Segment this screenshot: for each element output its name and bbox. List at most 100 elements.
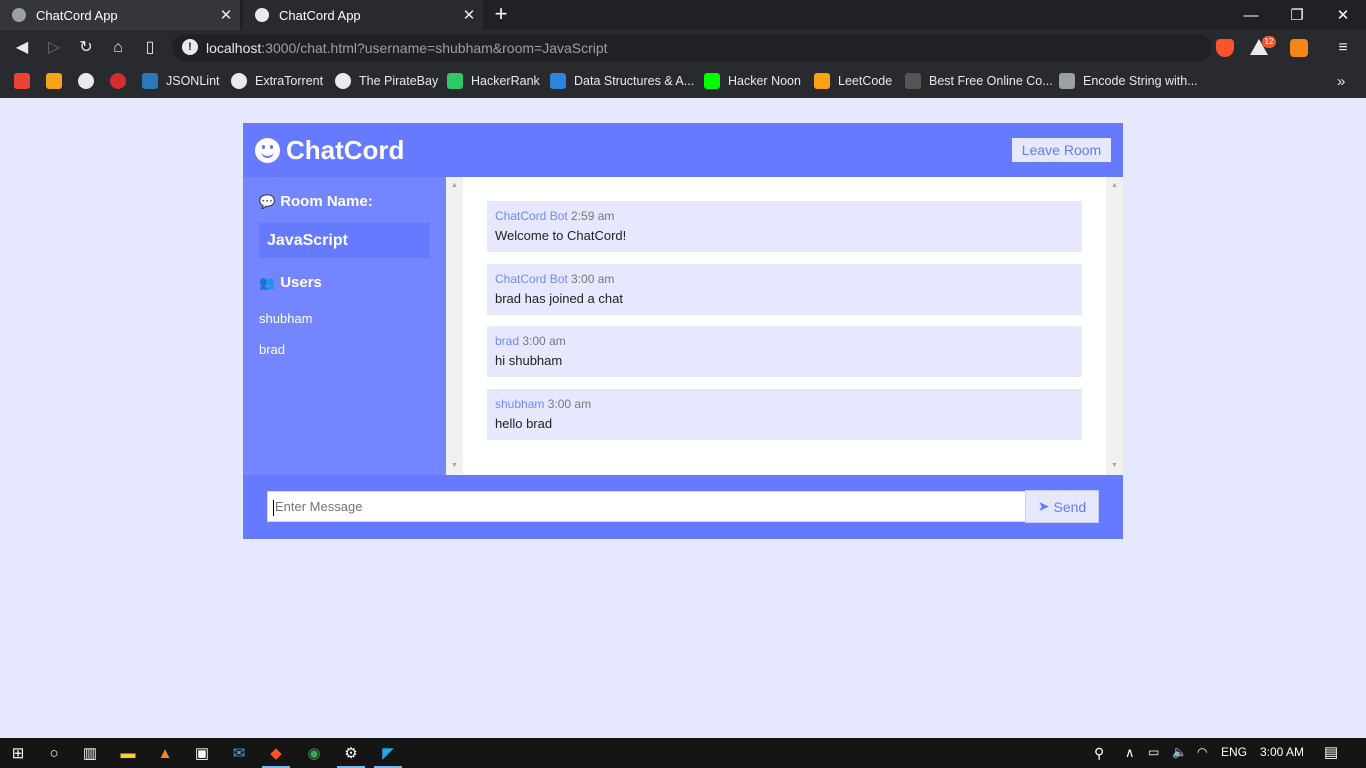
chevron-up-icon[interactable]: ∧	[1125, 745, 1135, 761]
bookmarks-bar: JSONLint ExtraTorrent The PirateBay Hack…	[0, 65, 1366, 98]
users-icon: 👥	[259, 274, 276, 290]
leetcode-icon	[814, 73, 830, 89]
search-icon[interactable]: ○	[36, 738, 72, 768]
metamask-icon[interactable]	[1290, 39, 1308, 57]
windows-start-icon[interactable]: ⊞	[0, 738, 36, 768]
windows-taskbar: ⊞ ○ ▥ ▬ ▲ ▣ ✉ ◆ ◉ ⚙ ◤ ⚲ ∧ ▭ 🔈 ◠ ENG 3:00…	[0, 738, 1366, 768]
chat-header: ChatCord Leave Room	[243, 123, 1123, 177]
browser-tab-bar: ChatCord App ✕ ChatCord App ✕ + — ❐ ✕	[0, 0, 1366, 30]
room-name-heading: 💬 Room Name:	[259, 193, 373, 210]
bookmark-piratebay[interactable]: The PirateBay	[335, 72, 438, 90]
paper-plane-icon: ➤	[1037, 498, 1050, 514]
udemy-icon	[550, 73, 566, 89]
tab-title: ChatCord App	[279, 7, 361, 23]
scroll-up-icon[interactable]: ▲	[1106, 179, 1123, 193]
github-icon[interactable]	[78, 73, 94, 89]
wifi-icon[interactable]: ◠	[1197, 745, 1207, 759]
bookmark-leetcode[interactable]: LeetCode	[814, 72, 892, 90]
message: ChatCord Bot 2:59 am Welcome to ChatCord…	[487, 201, 1082, 252]
battery-icon[interactable]: ▭	[1148, 745, 1159, 759]
message: shubham 3:00 am hello brad	[487, 389, 1082, 440]
hackernoon-icon	[704, 73, 720, 89]
browser-tab-2[interactable]: ChatCord App ✕	[243, 0, 483, 30]
bookmarks-overflow-icon[interactable]: »	[1337, 72, 1345, 90]
browser-tab-1[interactable]: ChatCord App ✕	[0, 0, 240, 30]
jsonlint-icon	[142, 73, 158, 89]
shield-icon	[905, 73, 921, 89]
leave-room-button[interactable]: Leave Room	[1012, 138, 1111, 162]
reload-icon[interactable]: ↻	[75, 37, 97, 59]
chat-container: ChatCord Leave Room 💬 Room Name: JavaScr…	[243, 123, 1123, 539]
menu-icon[interactable]: ≡	[1332, 37, 1354, 59]
brave-taskbar-icon[interactable]: ◆	[258, 738, 294, 768]
url-text[interactable]: localhost:3000/chat.html?username=shubha…	[206, 40, 608, 56]
chrome-icon[interactable]: ◉	[296, 738, 332, 768]
user-item: shubham	[259, 311, 313, 326]
minimize-button[interactable]: —	[1228, 0, 1274, 30]
close-icon[interactable]: ✕	[459, 6, 479, 24]
new-tab-button[interactable]: +	[490, 3, 512, 27]
home-icon[interactable]: ⌂	[107, 37, 129, 59]
info-icon[interactable]: !	[182, 39, 198, 55]
bookmark-jsonlint[interactable]: JSONLint	[142, 72, 220, 90]
message: ChatCord Bot 3:00 am brad has joined a c…	[487, 264, 1082, 315]
bookmark-extratorrent[interactable]: ExtraTorrent	[231, 72, 323, 90]
scroll-up-icon[interactable]: ▲	[446, 179, 463, 193]
bookmark-icon[interactable]: ▯	[139, 37, 161, 59]
bookmark-data-structures[interactable]: Data Structures & A...	[550, 72, 694, 90]
settings-gear-icon[interactable]: ⚙	[333, 738, 369, 768]
bookmark-hacker-noon[interactable]: Hacker Noon	[704, 72, 801, 90]
vlc-icon[interactable]: ▲	[147, 738, 183, 768]
scroll-down-icon[interactable]: ▼	[1106, 459, 1123, 473]
bookmark-best-free-online[interactable]: Best Free Online Co...	[905, 72, 1053, 90]
restore-button[interactable]: ❐	[1274, 0, 1320, 30]
volume-icon[interactable]: 🔈	[1172, 745, 1187, 759]
bookmark-hackerrank[interactable]: HackerRank	[447, 72, 540, 90]
back-icon[interactable]: ◀	[11, 37, 33, 59]
hackerrank-icon	[447, 73, 463, 89]
store-icon[interactable]: ▣	[184, 738, 220, 768]
message-meta: ChatCord Bot 2:59 am	[495, 209, 615, 223]
notifications-icon[interactable]: ▤	[1324, 743, 1338, 761]
user-list: shubham brad	[259, 311, 312, 373]
chat-form: Enter Message ➤ Send	[243, 475, 1123, 539]
message-text: brad has joined a chat	[495, 291, 623, 306]
music-icon[interactable]	[110, 73, 126, 89]
room-name: JavaScript	[259, 223, 430, 258]
message-meta: brad 3:00 am	[495, 334, 566, 348]
brave-shields-icon[interactable]	[1216, 39, 1234, 57]
send-button[interactable]: ➤ Send	[1025, 490, 1099, 523]
scroll-down-icon[interactable]: ▼	[446, 459, 463, 473]
mail-icon[interactable]: ✉	[221, 738, 257, 768]
clock[interactable]: 3:00 AM	[1260, 745, 1304, 759]
text-caret	[273, 499, 274, 516]
globe-icon	[335, 73, 351, 89]
gmail-icon[interactable]	[14, 73, 30, 89]
file-explorer-icon[interactable]: ▬	[110, 738, 146, 768]
app-title: ChatCord	[286, 135, 405, 165]
message-input[interactable]: Enter Message	[267, 491, 1026, 522]
forward-icon[interactable]: ▷	[43, 37, 65, 59]
globe-icon	[12, 8, 26, 22]
close-icon[interactable]: ✕	[216, 6, 236, 24]
people-icon[interactable]: ⚲	[1094, 745, 1104, 762]
message-text: hi shubham	[495, 353, 563, 368]
user-item: brad	[259, 342, 286, 357]
browser-toolbar: ◀ ▷ ↻ ⌂ ▯ ! localhost:3000/chat.html?use…	[0, 30, 1366, 65]
chat-messages[interactable]: ▲ ▼ ChatCord Bot 2:59 am Welcome to Chat…	[446, 177, 1123, 475]
message-meta: ChatCord Bot 3:00 am	[495, 272, 615, 286]
hourglass-icon[interactable]	[46, 73, 62, 89]
address-bar[interactable]: ! localhost:3000/chat.html?username=shub…	[172, 34, 1212, 61]
scrollbar-left[interactable]: ▲ ▼	[446, 177, 463, 475]
vscode-icon[interactable]: ◤	[370, 738, 406, 768]
globe-icon	[231, 73, 247, 89]
task-view-icon[interactable]: ▥	[72, 738, 108, 768]
app-logo: ChatCord	[255, 135, 404, 166]
language-indicator[interactable]: ENG	[1221, 745, 1247, 759]
message: brad 3:00 am hi shubham	[487, 326, 1082, 377]
close-window-button[interactable]: ✕	[1320, 0, 1366, 30]
bookmark-encode-string[interactable]: Encode String with...	[1059, 72, 1198, 90]
users-heading: 👥 Users	[259, 274, 322, 291]
scrollbar-right[interactable]: ▲ ▼	[1106, 177, 1123, 475]
book-icon	[1059, 73, 1075, 89]
